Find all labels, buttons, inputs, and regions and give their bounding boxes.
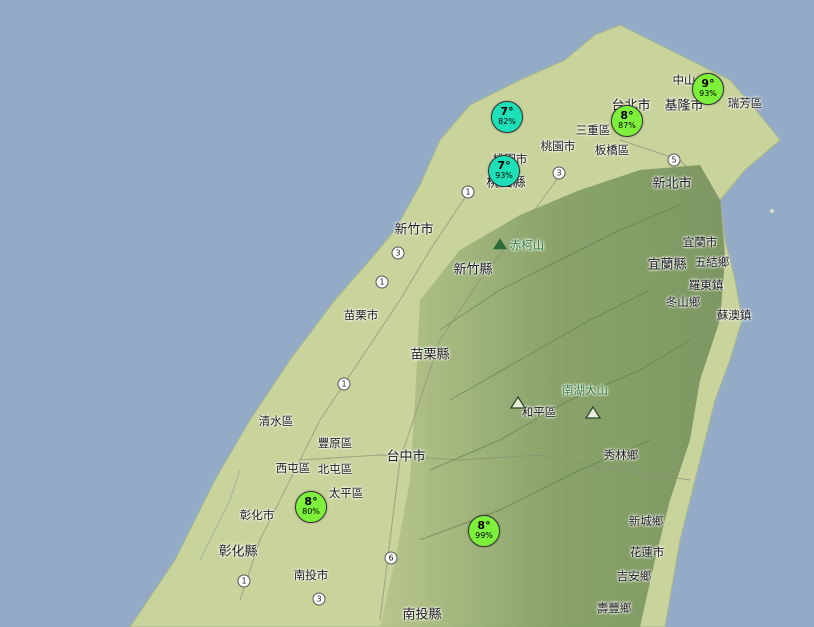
place-label-changhua-county: 彰化縣: [218, 544, 258, 560]
humidity-value: 82%: [498, 117, 516, 126]
humidity-value: 93%: [699, 89, 717, 98]
humidity-value: 80%: [302, 507, 320, 516]
place-label-chikeshan: 赤柯山: [509, 238, 545, 252]
place-label-nantou-county: 南投縣: [402, 607, 442, 623]
place-label-hsinchu-county: 新竹縣: [453, 262, 493, 278]
place-label-beitun: 北屯區: [317, 462, 353, 476]
humidity-value: 93%: [495, 171, 513, 180]
mountain-peak-icon: [493, 238, 507, 250]
place-label-xitun: 西屯區: [275, 461, 311, 475]
place-label-hsinchu-city: 新竹市: [394, 222, 434, 238]
place-label-ruifang: 瑞芳區: [727, 96, 763, 110]
place-label-yilan-city: 宜蘭市: [682, 235, 718, 249]
road-shield-icon: 3: [391, 246, 405, 260]
place-label-nantou-city: 南投市: [293, 568, 329, 582]
road-shield-icon: 1: [237, 574, 251, 588]
place-label-wujie: 五結鄉: [694, 255, 730, 269]
road-shield-icon: 6: [384, 551, 398, 565]
road-shield-icon: 1: [375, 275, 389, 289]
humidity-value: 87%: [618, 121, 636, 130]
place-label-miaoli-city: 苗栗市: [343, 308, 379, 322]
temperature-value: 9°: [701, 77, 715, 90]
weather-marker[interactable]: 8° 87%: [611, 105, 643, 137]
place-label-suao: 蘇澳鎮: [716, 308, 752, 322]
weather-marker[interactable]: 9° 93%: [692, 73, 724, 105]
temperature-value: 7°: [500, 105, 514, 118]
place-label-hualien: 花蓮市: [629, 545, 665, 559]
road-shield-icon: 1: [461, 185, 475, 199]
temperature-value: 8°: [477, 519, 491, 532]
place-label-shoufeng: 壽豐鄉: [596, 601, 632, 615]
place-label-fengyuan: 豐原區: [317, 436, 353, 450]
temperature-value: 7°: [497, 159, 511, 172]
place-label-taiping: 太平區: [328, 486, 364, 500]
place-label-yilan-county: 宜蘭縣: [647, 257, 687, 273]
road-shield-icon: 1: [337, 377, 351, 391]
place-label-banqiao: 板橋區: [594, 143, 630, 157]
place-label-taoyuan: 桃園市: [540, 139, 576, 153]
place-label-luodong: 羅東鎮: [688, 278, 724, 292]
temperature-value: 8°: [620, 109, 634, 122]
place-label-xinbei: 新北市: [652, 176, 692, 192]
place-label-jian: 吉安鄉: [616, 569, 652, 583]
islet: [770, 209, 774, 213]
road-shield-icon: 3: [552, 166, 566, 180]
place-label-xiulin: 秀林鄉: [603, 448, 639, 462]
place-label-nanhu: 南湖大山: [562, 383, 608, 397]
road-shield-icon: 3: [312, 592, 326, 606]
weather-marker[interactable]: 8° 80%: [295, 491, 327, 523]
place-label-xincheng: 新城鄉: [628, 514, 664, 528]
place-label-qingshui: 清水區: [258, 414, 294, 428]
weather-marker[interactable]: 7° 93%: [488, 155, 520, 187]
place-label-taichung: 台中市: [386, 449, 426, 465]
road-shield-icon: 5: [667, 153, 681, 167]
place-label-heping: 和平區: [521, 405, 557, 419]
weather-marker[interactable]: 7° 82%: [491, 101, 523, 133]
place-label-miaoli-county: 苗栗縣: [410, 347, 450, 363]
place-label-sanchong: 三重區: [575, 123, 611, 137]
temperature-value: 8°: [304, 495, 318, 508]
place-label-dongshan: 冬山鄉: [665, 295, 701, 309]
weather-marker[interactable]: 8° 99%: [468, 515, 500, 547]
place-label-changhua-city: 彰化市: [239, 508, 275, 522]
humidity-value: 99%: [475, 531, 493, 540]
